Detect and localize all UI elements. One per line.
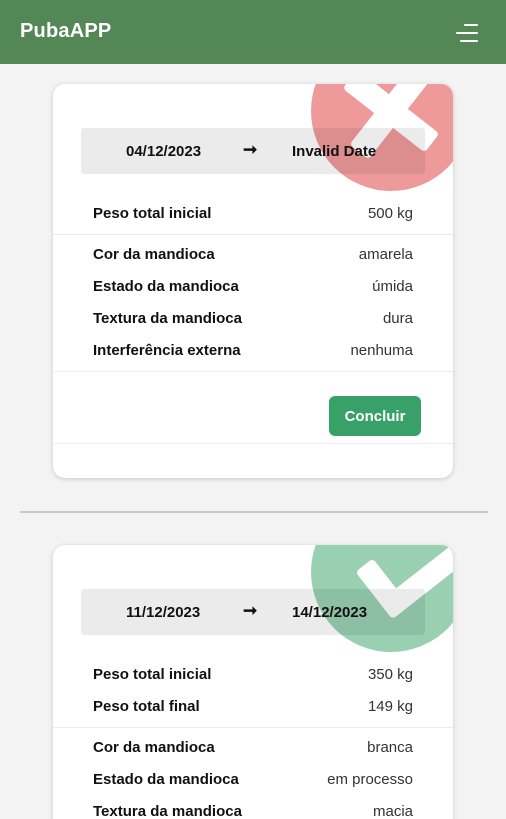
attribute-row: Cor da mandioca branca bbox=[93, 739, 413, 761]
end-date: 14/12/2023 bbox=[292, 604, 368, 621]
menu-icon-line bbox=[456, 32, 478, 34]
date-range: 11/12/2023 ➞ 14/12/2023 bbox=[81, 589, 425, 635]
attribute-value: nenhuma bbox=[350, 342, 413, 359]
end-date: Invalid Date bbox=[292, 143, 377, 160]
weight-row: Peso total inicial 350 kg bbox=[93, 666, 413, 688]
weight-value: 149 kg bbox=[367, 698, 413, 715]
start-date: 04/12/2023 bbox=[126, 143, 202, 160]
attribute-label: Cor da mandioca bbox=[93, 739, 215, 756]
weight-value: 350 kg bbox=[367, 666, 413, 683]
arrow-right-icon: ➞ bbox=[243, 601, 258, 620]
weight-value: 500 kg bbox=[367, 205, 413, 222]
divider bbox=[53, 727, 453, 728]
attribute-value: em processo bbox=[327, 771, 413, 788]
attribute-row: Textura da mandioca macia bbox=[93, 803, 413, 819]
menu-icon-line bbox=[460, 40, 478, 42]
start-date: 11/12/2023 bbox=[126, 604, 201, 621]
attribute-value: úmida bbox=[372, 278, 413, 295]
attribute-row: Cor da mandioca amarela bbox=[93, 246, 413, 268]
attribute-row: Interferência externa nenhuma bbox=[93, 342, 413, 364]
attribute-label: Textura da mandioca bbox=[93, 803, 242, 819]
attribute-value: amarela bbox=[358, 246, 413, 263]
weight-label: Peso total final bbox=[93, 698, 200, 715]
attribute-label: Estado da mandioca bbox=[93, 278, 239, 295]
attribute-label: Interferência externa bbox=[93, 342, 241, 359]
date-range: 04/12/2023 ➞ Invalid Date bbox=[81, 128, 425, 174]
divider bbox=[53, 234, 453, 235]
attribute-label: Estado da mandioca bbox=[93, 771, 239, 788]
menu-icon[interactable] bbox=[452, 20, 480, 46]
arrow-right-icon: ➞ bbox=[243, 140, 258, 159]
section-separator bbox=[20, 511, 488, 513]
attribute-label: Textura da mandioca bbox=[93, 310, 242, 327]
batch-card: 11/12/2023 ➞ 14/12/2023 Peso total inici… bbox=[53, 545, 453, 819]
app-title: PubaAPP bbox=[20, 20, 112, 42]
divider bbox=[53, 443, 453, 444]
app-header: PubaAPP bbox=[0, 0, 506, 64]
attribute-value: branca bbox=[367, 739, 413, 756]
attribute-row: Estado da mandioca úmida bbox=[93, 278, 413, 300]
menu-icon-line bbox=[464, 24, 478, 26]
attribute-row: Textura da mandioca dura bbox=[93, 310, 413, 332]
attribute-row: Estado da mandioca em processo bbox=[93, 771, 413, 793]
attribute-label: Cor da mandioca bbox=[93, 246, 215, 263]
weight-label: Peso total inicial bbox=[93, 205, 212, 222]
attribute-value: macia bbox=[372, 803, 413, 819]
weight-row: Peso total final 149 kg bbox=[93, 698, 413, 720]
weight-label: Peso total inicial bbox=[93, 666, 212, 683]
batch-card: 04/12/2023 ➞ Invalid Date Peso total ini… bbox=[53, 84, 453, 478]
weight-row: Peso total inicial 500 kg bbox=[93, 205, 413, 227]
conclude-button[interactable]: Concluir bbox=[329, 396, 421, 436]
attribute-value: dura bbox=[382, 310, 413, 327]
divider bbox=[53, 371, 453, 372]
